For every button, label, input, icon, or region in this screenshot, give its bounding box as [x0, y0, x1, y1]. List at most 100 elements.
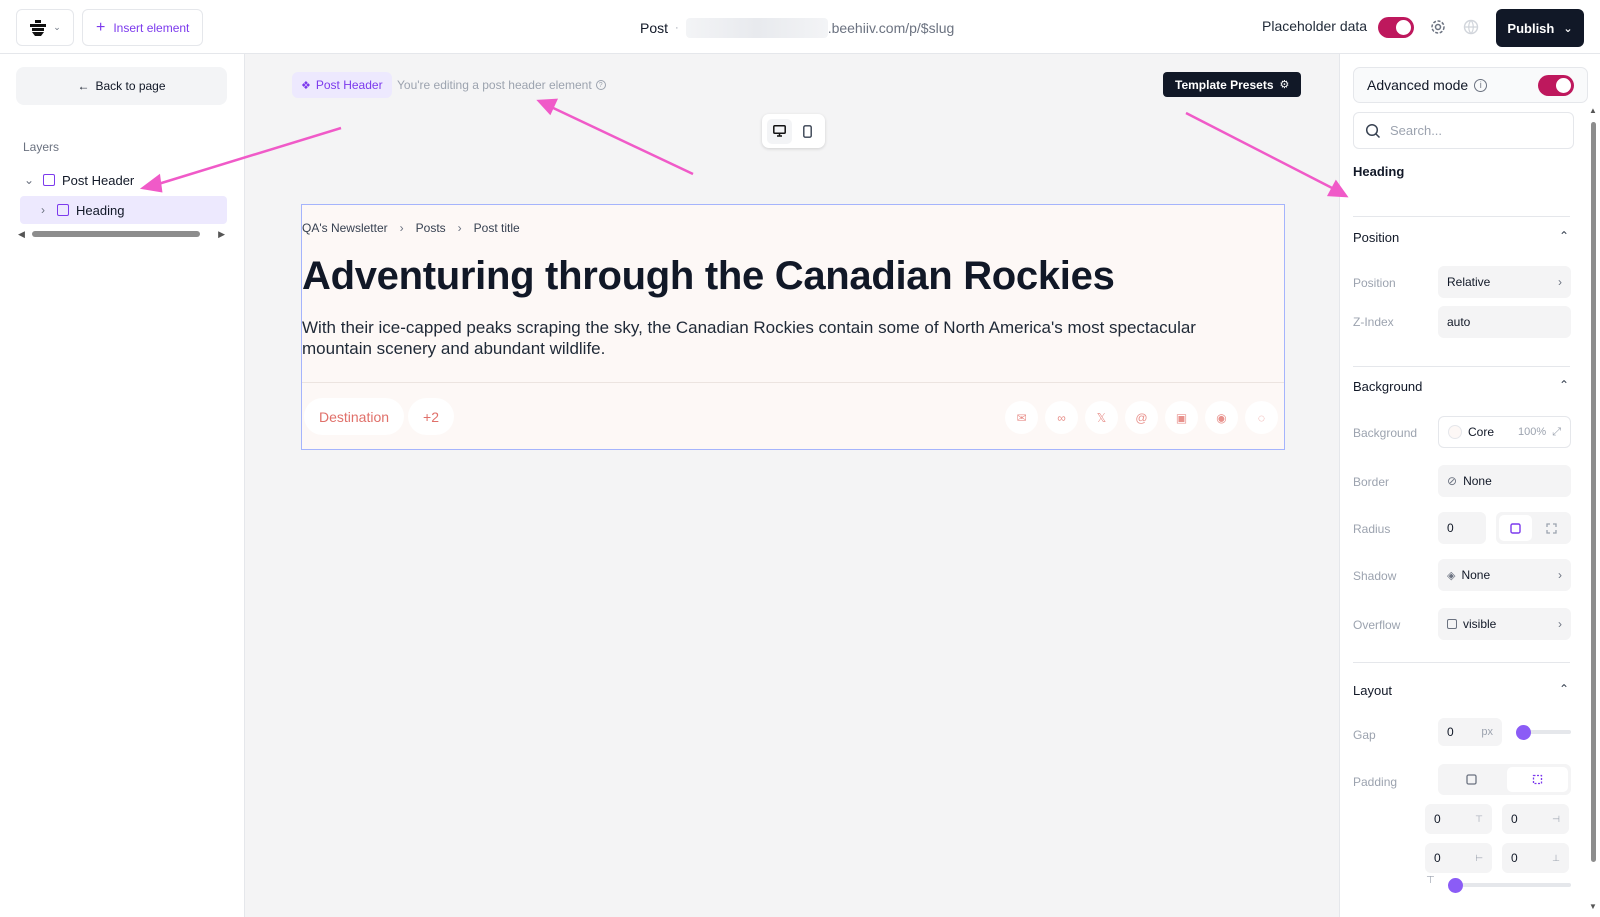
layers-horizontal-scrollbar[interactable]: ◀ ▶: [18, 228, 225, 240]
padding-sides-button[interactable]: [1506, 767, 1568, 792]
padding-slider-handle[interactable]: [1448, 878, 1463, 893]
post-label: Post: [640, 20, 669, 36]
border-label: Border: [1353, 475, 1390, 489]
section-title-background[interactable]: Background: [1353, 379, 1422, 394]
template-presets-button[interactable]: Template Presets ⚙: [1163, 72, 1302, 97]
radius-corners-button[interactable]: [1536, 515, 1569, 541]
help-icon[interactable]: ?: [595, 80, 606, 90]
template-presets-label: Template Presets: [1175, 77, 1274, 92]
reddit-icon[interactable]: ◉: [1205, 401, 1238, 434]
whatsapp-icon[interactable]: ◌: [1245, 401, 1278, 434]
chevron-up-icon[interactable]: ⌃: [1559, 682, 1569, 696]
shadow-select[interactable]: ◈ None ›: [1438, 559, 1571, 591]
divider: [302, 382, 1284, 383]
overflow-select[interactable]: visible ›: [1438, 608, 1571, 640]
top-bar: ⌄ + Insert element Post · .beehiiv.com/p…: [0, 0, 1600, 54]
padding-top-input[interactable]: 0 ⊤: [1425, 804, 1492, 834]
section-title-layout[interactable]: Layout: [1353, 683, 1392, 698]
background-color-picker[interactable]: Core 100% ⤢: [1438, 416, 1571, 448]
chevron-up-icon[interactable]: ⌃: [1559, 229, 1569, 243]
post-subtitle[interactable]: With their ice-capped peaks scraping the…: [302, 317, 1232, 359]
radius-input[interactable]: 0: [1438, 512, 1486, 544]
layer-label: Heading: [76, 202, 125, 218]
color-swatch: [1448, 425, 1462, 439]
email-icon[interactable]: ✉: [1005, 401, 1038, 434]
layer-item-post-header[interactable]: ⌄ Post Header: [20, 166, 227, 194]
gear-icon[interactable]: [1428, 17, 1448, 37]
insert-element-button[interactable]: + Insert element: [82, 9, 204, 46]
chevron-up-icon[interactable]: ⌃: [1559, 378, 1569, 392]
scroll-right-arrow-icon[interactable]: ▶: [218, 229, 225, 240]
padding-right-input[interactable]: 0 ⊣: [1502, 804, 1569, 834]
section-divider: [1353, 366, 1570, 367]
padding-bottom-icon: ⊥: [1552, 852, 1560, 863]
post-header-chip[interactable]: ❖ Post Header: [292, 72, 392, 98]
none-icon: ⊘: [1447, 474, 1458, 488]
preview-breadcrumb: QA's Newsletter › Posts › Post title: [302, 221, 520, 235]
background-opacity: 100%: [1518, 426, 1547, 438]
unlink-icon[interactable]: ⤢: [1552, 426, 1561, 439]
desktop-view-button[interactable]: [767, 118, 793, 144]
workspace-menu-button[interactable]: ⌄: [16, 9, 74, 46]
properties-panel: Advanced mode i Search... Heading Positi…: [1339, 54, 1600, 917]
panel-vertical-scrollbar[interactable]: ▲ ▼: [1589, 106, 1598, 917]
back-to-page-button[interactable]: ← Back to page: [16, 67, 227, 105]
radius-label: Radius: [1353, 522, 1391, 536]
crumb-separator: ·: [675, 22, 679, 34]
overflow-label: Overflow: [1353, 618, 1401, 632]
z-index-input[interactable]: auto: [1438, 306, 1571, 338]
radius-all-button[interactable]: [1499, 515, 1532, 541]
padding-all-button[interactable]: [1441, 767, 1503, 792]
gap-input[interactable]: 0 px: [1438, 718, 1502, 746]
breadcrumb-item[interactable]: Posts: [416, 221, 446, 235]
meta-icon[interactable]: ∞: [1045, 401, 1078, 434]
padding-right-icon: ⊣: [1552, 813, 1560, 824]
mobile-view-button[interactable]: [795, 119, 820, 144]
phone-icon: [802, 124, 812, 138]
square-icon: [1510, 522, 1521, 534]
padding-slider[interactable]: [1448, 883, 1571, 887]
breadcrumb-item[interactable]: QA's Newsletter: [302, 221, 388, 235]
globe-icon[interactable]: [1461, 17, 1481, 37]
placeholder-data-label: Placeholder data: [1262, 18, 1368, 34]
scroll-down-arrow-icon[interactable]: ▼: [1589, 902, 1597, 911]
x-icon[interactable]: 𝕏: [1085, 401, 1118, 434]
info-icon[interactable]: i: [1474, 78, 1488, 92]
section-title-position[interactable]: Position: [1353, 230, 1399, 245]
padding-left-input[interactable]: 0 ⊢: [1425, 843, 1492, 873]
background-value: Core: [1468, 425, 1495, 439]
cog-icon: ⚙: [1279, 79, 1290, 91]
threads-icon[interactable]: @: [1125, 401, 1158, 434]
padding-bottom-input[interactable]: 0 ⊥: [1502, 843, 1569, 873]
publish-button[interactable]: Publish ⌄: [1496, 9, 1584, 47]
padding-top-icon: ⊤: [1475, 813, 1483, 824]
breadcrumb-item[interactable]: Post title: [474, 221, 520, 235]
sides-icon: [1532, 774, 1542, 785]
border-select[interactable]: ⊘ None: [1438, 465, 1571, 497]
scrollbar-thumb[interactable]: [32, 231, 200, 237]
property-search-input[interactable]: Search...: [1353, 112, 1574, 149]
linkedin-icon[interactable]: ▣: [1165, 401, 1198, 434]
advanced-mode-toggle[interactable]: [1538, 74, 1574, 96]
tag-more-pill[interactable]: +2: [408, 398, 454, 435]
monitor-icon: [773, 125, 787, 137]
insert-element-label: Insert element: [113, 20, 190, 35]
annotation-arrow: [548, 104, 694, 176]
chevron-right-icon: ›: [1558, 617, 1562, 631]
chevron-down-icon[interactable]: ⌄: [22, 173, 36, 187]
placeholder-data-toggle[interactable]: [1378, 17, 1414, 38]
element-square-icon: [43, 174, 55, 186]
post-title[interactable]: Adventuring through the Canadian Rockies: [302, 254, 1115, 299]
section-divider: [1353, 216, 1570, 217]
layer-item-heading[interactable]: › Heading: [20, 196, 227, 224]
gap-slider-handle[interactable]: [1516, 725, 1531, 740]
chevron-right-icon[interactable]: ›: [36, 203, 50, 217]
scrollbar-thumb[interactable]: [1591, 122, 1596, 862]
scroll-up-arrow-icon[interactable]: ▲: [1589, 106, 1597, 115]
post-header-preview[interactable]: QA's Newsletter › Posts › Post title Adv…: [301, 204, 1285, 450]
position-label: Position: [1353, 276, 1396, 290]
position-select[interactable]: Relative ›: [1438, 266, 1571, 298]
scroll-left-arrow-icon[interactable]: ◀: [18, 229, 25, 240]
component-icon: ❖: [301, 79, 311, 92]
tag-pill[interactable]: Destination: [304, 398, 404, 435]
